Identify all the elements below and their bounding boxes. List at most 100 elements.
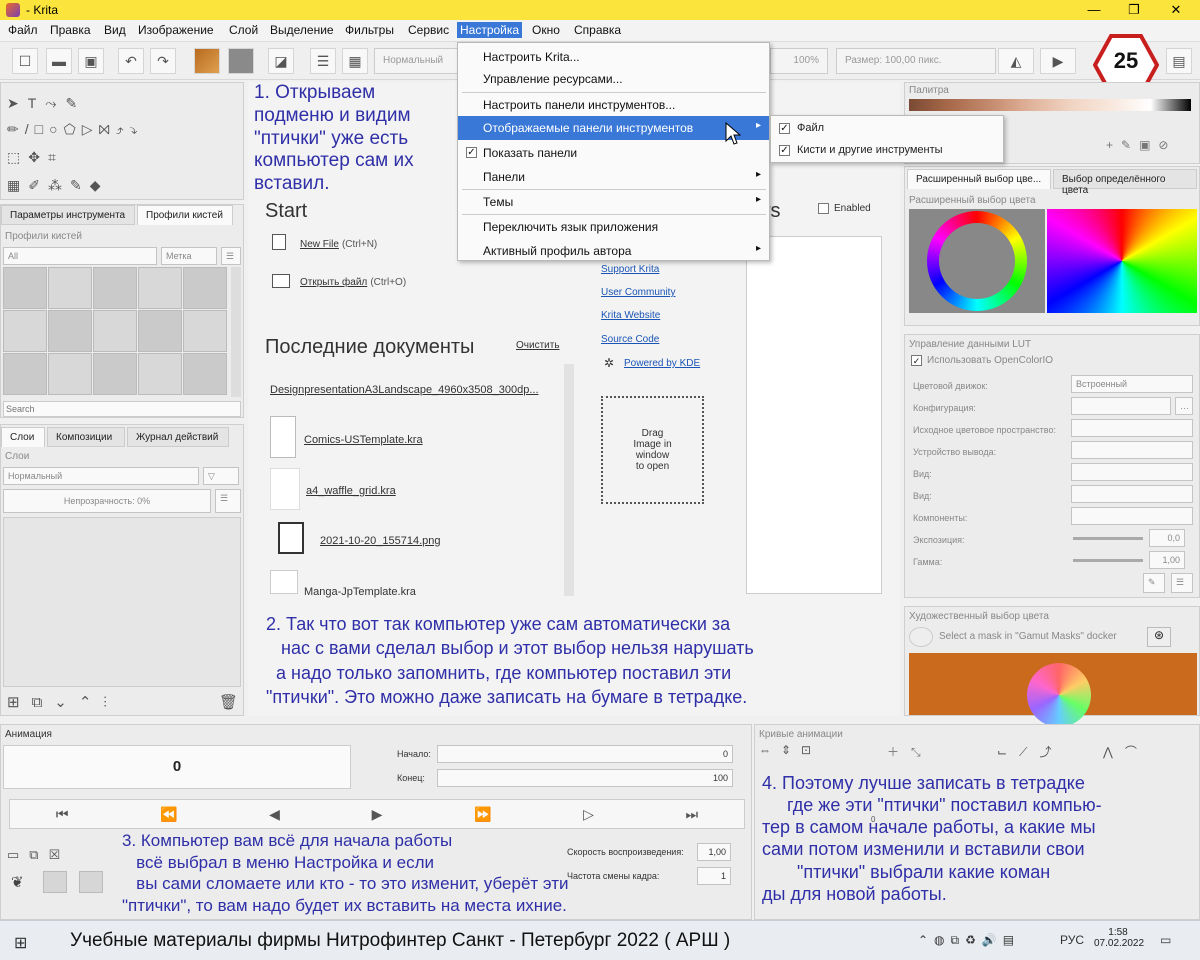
recent-file-5[interactable]: Manga-JpTemplate.kra (304, 586, 416, 598)
recent-file-2[interactable]: Comics-USTemplate.kra (304, 434, 423, 446)
undo-icon[interactable]: ↶ (118, 48, 144, 74)
menu-item-dockers[interactable]: Панели ▸ (458, 165, 769, 189)
tab-undo-history[interactable]: Журнал действий (127, 427, 229, 447)
mirror-horizontal-icon[interactable]: ◭ (998, 48, 1034, 74)
fg-bg-color-icon[interactable]: ◪ (268, 48, 294, 74)
menu-tools[interactable]: Сервис (408, 23, 449, 37)
tab-advanced-color[interactable]: Расширенный выбор цве... (907, 169, 1051, 189)
brush-tag-select[interactable]: Метка (161, 247, 217, 265)
open-file-row[interactable]: Открыть файл (Ctrl+O) (300, 276, 406, 288)
powered-by-kde-link[interactable]: Powered by KDE (624, 358, 700, 369)
layer-list[interactable] (3, 517, 241, 687)
tool-icons-row-4[interactable]: ▦✐⁂✎◆ (7, 177, 108, 194)
frame-rate-field[interactable]: 1 (697, 867, 731, 885)
lut-source-select[interactable] (1071, 419, 1193, 437)
menu-item-manage-resources[interactable]: Управление ресурсами... (458, 67, 769, 91)
brush-size-field[interactable]: Размер: 100,00 пикс. (836, 48, 996, 74)
gamut-mask-icon[interactable] (909, 627, 933, 647)
source-code-link[interactable]: Source Code (601, 334, 659, 345)
playback-controls[interactable]: ⏮ ⏪ ◀ ▶ ⏩ ▷ ⏭ (9, 799, 745, 829)
brush-preset-grid[interactable] (3, 267, 229, 397)
menu-image[interactable]: Изображение (138, 23, 214, 37)
color-wheel-square[interactable] (1047, 209, 1197, 313)
menu-item-configure-toolbars[interactable]: Настроить панели инструментов... (458, 93, 769, 117)
menu-item-themes[interactable]: Темы ▸ (458, 190, 769, 214)
color-triangle[interactable] (909, 209, 1045, 313)
submenu-item-file[interactable]: ✓ Файл (771, 118, 1003, 140)
lut-brush-icon[interactable]: ✎ (1143, 573, 1165, 593)
submenu-item-brushes[interactable]: ✓ Кисти и другие инструменты (771, 140, 1003, 162)
menu-select[interactable]: Выделение (270, 23, 334, 37)
brush-scrollbar[interactable] (231, 267, 241, 397)
lut-device-select[interactable] (1071, 441, 1193, 459)
user-community-link[interactable]: User Community (601, 287, 675, 298)
palette-actions-icons[interactable]: +✎▣⊘ (1106, 138, 1176, 152)
file-toolbar-checkbox[interactable]: ✓ (779, 123, 790, 134)
clock[interactable]: 1:58 07.02.2022 (1094, 927, 1144, 949)
curve-key-icons[interactable]: ＋⤡ (887, 743, 933, 760)
lut-components-select[interactable] (1071, 507, 1193, 525)
brush-view-icon[interactable]: ☰ (221, 247, 241, 265)
brush-presets-icon[interactable]: ▦ (342, 48, 368, 74)
tool-icons-row-1[interactable]: ➤T⤳✎ (7, 95, 86, 112)
brush-editor-icon[interactable]: ☰ (310, 48, 336, 74)
minimize-button[interactable]: — (1074, 0, 1114, 20)
end-frame-field[interactable]: 100 (437, 769, 733, 787)
curve-interp-icons[interactable]: ⌙⟋⤴ (997, 743, 1063, 760)
tab-compositions[interactable]: Композиции (47, 427, 125, 447)
recent-file-3[interactable]: a4_waffle_grid.kra (306, 485, 396, 497)
exposure-value[interactable]: 0,0 (1149, 529, 1185, 547)
recent-file-4[interactable]: 2021-10-20_155714.png (320, 535, 441, 547)
tab-brush-presets[interactable]: Профили кистей (137, 205, 233, 225)
news-enabled-checkbox[interactable] (818, 203, 829, 214)
clear-recent-link[interactable]: Очистить (516, 340, 560, 351)
pattern-swatch[interactable] (228, 48, 254, 74)
drag-drop-area[interactable]: Drag Image in window to open (601, 396, 704, 504)
blend-mode-select[interactable]: Нормальный (374, 48, 458, 74)
new-file-row[interactable]: New File (Ctrl+N) (300, 238, 377, 250)
onion-icon[interactable]: ❦ (11, 873, 24, 891)
open-document-icon[interactable]: ▬ (46, 48, 72, 74)
brush-filter-select[interactable]: All (3, 247, 157, 265)
lut-look-select[interactable] (1071, 485, 1193, 503)
tool-icons-row-3[interactable]: ⬚✥⌗ (7, 149, 64, 166)
layer-properties-icon[interactable]: ☰ (215, 489, 241, 513)
windows-start-icon[interactable]: ⊞ (14, 933, 27, 953)
layer-opacity-slider[interactable]: Непрозрачность: 0% (3, 489, 211, 513)
support-krita-link[interactable]: Support Krita (601, 264, 659, 275)
menu-view[interactable]: Вид (104, 23, 126, 37)
menu-layer[interactable]: Слой (229, 23, 258, 37)
new-file-link[interactable]: New File (300, 239, 339, 250)
layer-blend-select[interactable]: Нормальный (3, 467, 199, 485)
workspace-icon[interactable]: ▤ (1166, 48, 1192, 74)
open-file-link[interactable]: Открыть файл (300, 277, 367, 288)
layer-filter-icon[interactable]: ▽ (203, 467, 239, 485)
krita-website-link[interactable]: Krita Website (601, 310, 660, 321)
menu-window[interactable]: Окно (532, 23, 560, 37)
tab-specific-color[interactable]: Выбор определённого цвета (1053, 169, 1197, 196)
palette-swatches[interactable] (909, 99, 1191, 111)
gamma-slider[interactable] (1073, 559, 1143, 562)
language-indicator[interactable]: РУС (1060, 933, 1084, 947)
recent-scrollbar[interactable] (564, 364, 574, 596)
curve-tangent-icons[interactable]: ⋀⌒ (1103, 743, 1149, 760)
lut-settings-icon[interactable]: ☰ (1171, 573, 1193, 593)
menu-filters[interactable]: Фильтры (345, 23, 394, 37)
delete-layer-icon[interactable]: 🗑 (219, 693, 238, 711)
ocio-checkbox[interactable]: ✓ (911, 355, 922, 366)
menu-edit[interactable]: Правка (50, 23, 91, 37)
menu-file[interactable]: Файл (8, 23, 38, 37)
exposure-slider[interactable] (1073, 537, 1143, 540)
mirror-vertical-icon[interactable]: ▶ (1040, 48, 1076, 74)
recent-file-1[interactable]: DesignpresentationA3Landscape_4960x3508_… (270, 384, 539, 396)
menu-help[interactable]: Справка (574, 23, 621, 37)
layer-actions-icons[interactable]: ⊞⧉⌄⌃⫶ (7, 693, 119, 711)
menu-item-show-dockers[interactable]: ✓ Показать панели (458, 141, 769, 165)
close-button[interactable]: ✕ (1156, 0, 1196, 20)
gradient-swatch[interactable] (194, 48, 220, 74)
menu-item-configure-krita[interactable]: Настроить Krita... (458, 45, 769, 69)
show-dockers-checkbox[interactable]: ✓ (466, 147, 477, 158)
tab-tool-options[interactable]: Параметры инструмента (1, 205, 135, 225)
menu-item-switch-language[interactable]: Переключить язык приложения (458, 215, 769, 239)
start-frame-field[interactable]: 0 (437, 745, 733, 763)
